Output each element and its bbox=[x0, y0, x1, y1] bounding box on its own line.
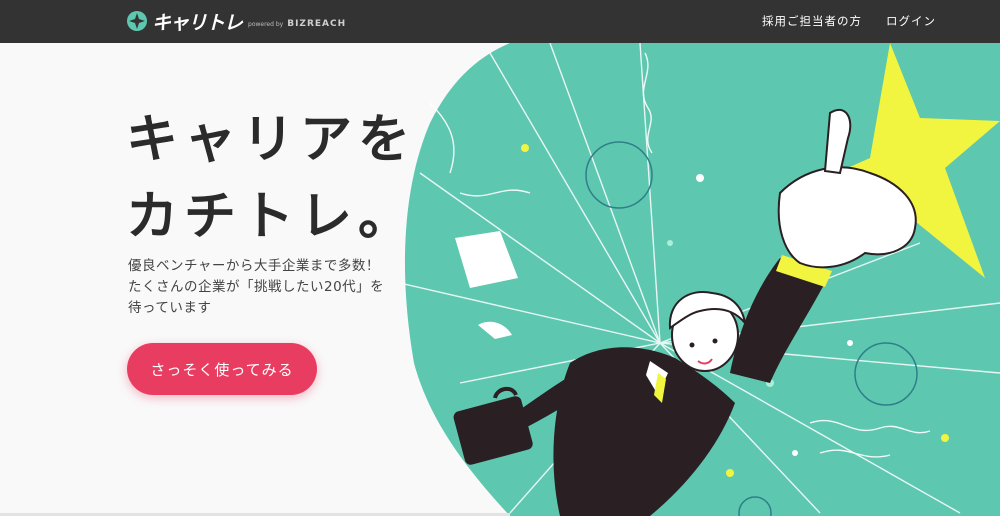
logo[interactable]: キャリトレ powered by BIZREACH bbox=[126, 8, 346, 34]
headline-line-2: カチトレ。 bbox=[126, 187, 417, 247]
logo-powered-by: powered by bbox=[248, 21, 284, 28]
subtext-line-3: 待っています bbox=[128, 300, 212, 316]
headline-line-1: キャリアを bbox=[126, 110, 417, 170]
subtext-line-1: 優良ベンチャーから大手企業まで多数！ bbox=[128, 258, 380, 274]
nav-link-recruiters[interactable]: 採用ご担当者の方 bbox=[762, 13, 862, 29]
header-nav: 採用ご担当者の方 ログイン bbox=[762, 13, 936, 29]
top-nav-bar: キャリトレ powered by BIZREACH 採用ご担当者の方 ログイン bbox=[0, 0, 1000, 43]
nav-link-login[interactable]: ログイン bbox=[886, 13, 936, 29]
hero-headline: キャリアを カチトレ。 bbox=[126, 102, 416, 256]
logo-mark-icon bbox=[127, 11, 147, 31]
logo-text: キャリトレ bbox=[152, 11, 243, 34]
try-now-button[interactable]: さっそく使ってみる bbox=[127, 343, 317, 395]
hero-illustration bbox=[400, 43, 1000, 516]
subtext-line-2: たくさんの企業が「挑戦したい20代」を bbox=[128, 279, 385, 295]
hero-subtext: 優良ベンチャーから大手企業まで多数！ たくさんの企業が「挑戦したい20代」を 待… bbox=[128, 256, 384, 319]
logo-brand: BIZREACH bbox=[287, 18, 347, 29]
